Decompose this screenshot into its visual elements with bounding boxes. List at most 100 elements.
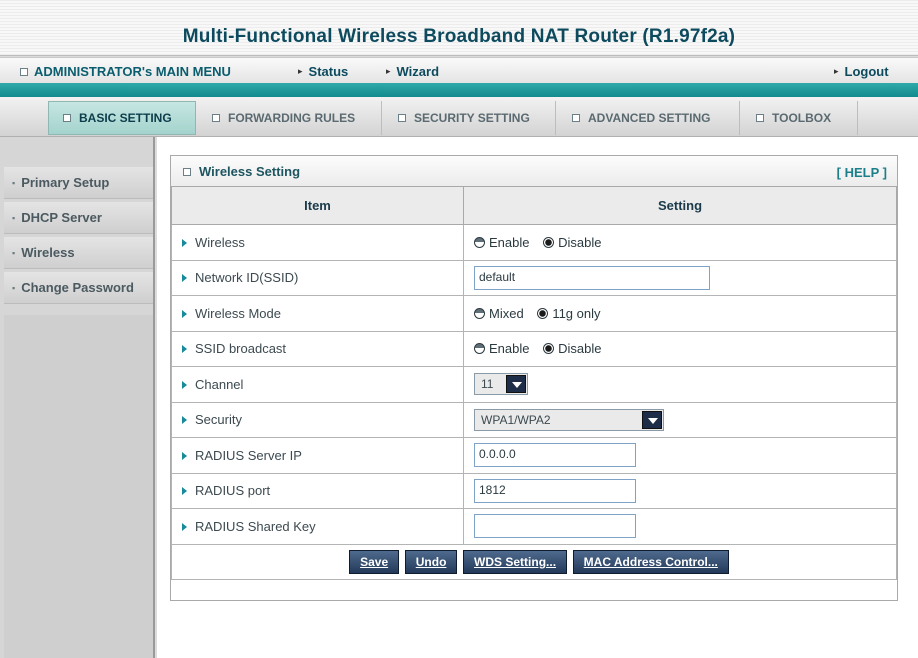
- security-select[interactable]: WPA1/WPA2: [474, 408, 664, 431]
- row-label-wireless: Wireless: [171, 224, 464, 261]
- wireless-disable-radio[interactable]: Disable: [543, 235, 601, 250]
- ssid-cell: default: [463, 259, 897, 296]
- chevron-down-icon: [506, 375, 526, 394]
- table-row: RADIUS port 1812: [171, 472, 897, 509]
- tab-advanced-setting[interactable]: ADVANCED SETTING: [558, 101, 740, 135]
- channel-select[interactable]: 11: [474, 373, 528, 396]
- row-label-channel: Channel: [171, 366, 464, 403]
- undo-button[interactable]: Undo: [404, 549, 458, 574]
- tab-bar: BASIC SETTING FORWARDING RULES SECURITY …: [0, 97, 918, 137]
- security-cell: WPA1/WPA2: [463, 401, 897, 438]
- wireless-mode-radio-group: Mixed 11g only: [463, 295, 897, 332]
- triangle-right-icon: [182, 274, 187, 283]
- column-header-item: Item: [171, 186, 464, 225]
- table-row: Wireless Mode Mixed 11g only: [171, 295, 897, 332]
- triangle-right-icon: [182, 380, 187, 389]
- column-header-setting: Setting: [463, 186, 897, 225]
- wizard-link[interactable]: ▸ Wizard: [386, 64, 439, 79]
- tab-toolbox[interactable]: TOOLBOX: [742, 101, 858, 135]
- sidebar-item-primary-setup[interactable]: ▪ Primary Setup: [4, 167, 153, 199]
- tab-forwarding-rules[interactable]: FORWARDING RULES: [198, 101, 382, 135]
- sidebar: ▪ Primary Setup ▪ DHCP Server ▪ Wireless…: [0, 137, 155, 658]
- channel-cell: 11: [463, 366, 897, 403]
- sidebar-item-dhcp-server[interactable]: ▪ DHCP Server: [4, 202, 153, 234]
- radius-port-input[interactable]: 1812: [474, 478, 636, 503]
- triangle-right-icon: [182, 309, 187, 318]
- square-icon: [212, 114, 220, 122]
- radio-unselected-icon: [474, 236, 485, 248]
- radio-selected-icon: [543, 343, 555, 355]
- radius-port-cell: 1812: [463, 472, 897, 509]
- panel-header: Wireless Setting [ HELP ]: [171, 156, 897, 186]
- sidebar-item-wireless[interactable]: ▪ Wireless: [4, 237, 153, 269]
- row-label-radius-server-ip: RADIUS Server IP: [171, 437, 464, 474]
- mode-mixed-radio[interactable]: Mixed: [474, 306, 524, 321]
- arrow-right-icon: ▸: [834, 66, 839, 76]
- square-icon: [572, 114, 580, 122]
- wireless-enable-radio[interactable]: Enable: [474, 235, 529, 250]
- bullet-icon: ▪: [12, 247, 16, 258]
- save-button[interactable]: Save: [349, 549, 400, 574]
- row-label-radius-port: RADIUS port: [171, 472, 464, 509]
- tab-basic-setting[interactable]: BASIC SETTING: [48, 101, 196, 135]
- admin-main-menu-link[interactable]: ADMINISTRATOR's MAIN MENU: [20, 64, 231, 79]
- broadcast-enable-radio[interactable]: Enable: [474, 341, 529, 356]
- square-icon: [20, 67, 28, 76]
- panel-title: Wireless Setting: [183, 164, 300, 179]
- table-row: Wireless Enable Disable: [171, 224, 897, 261]
- table-header-row: Item Setting: [171, 186, 897, 225]
- accent-bar: [0, 83, 918, 97]
- table-row: Security WPA1/WPA2: [171, 401, 897, 438]
- square-icon: [398, 114, 406, 122]
- radio-unselected-icon: [474, 307, 485, 319]
- triangle-right-icon: [182, 522, 187, 531]
- logout-link[interactable]: ▸ Logout: [834, 64, 889, 79]
- triangle-right-icon: [182, 451, 187, 460]
- radius-shared-key-input[interactable]: [474, 514, 636, 539]
- square-icon: [183, 167, 191, 176]
- bullet-icon: ▪: [12, 177, 16, 188]
- main-menu-bar: ADMINISTRATOR's MAIN MENU ▸ Status ▸ Wiz…: [0, 57, 918, 83]
- radius-server-ip-input[interactable]: 0.0.0.0: [474, 443, 636, 468]
- wireless-setting-panel: Wireless Setting [ HELP ] Item Setting W…: [170, 155, 898, 601]
- ssid-input[interactable]: default: [474, 265, 710, 290]
- broadcast-disable-radio[interactable]: Disable: [543, 341, 601, 356]
- row-label-radius-shared-key: RADIUS Shared Key: [171, 508, 464, 545]
- radio-selected-icon: [543, 236, 555, 248]
- radius-ip-cell: 0.0.0.0: [463, 437, 897, 474]
- main-content: Wireless Setting [ HELP ] Item Setting W…: [157, 137, 918, 658]
- radius-key-cell: [463, 508, 897, 545]
- mac-address-control-button[interactable]: MAC Address Control...: [572, 549, 729, 574]
- mode-11g-only-radio[interactable]: 11g only: [537, 306, 601, 321]
- table-row: Network ID(SSID) default: [171, 259, 897, 296]
- wireless-radio-group: Enable Disable: [463, 224, 897, 261]
- row-label-ssid-broadcast: SSID broadcast: [171, 330, 464, 367]
- status-link[interactable]: ▸ Status: [298, 64, 348, 79]
- help-link[interactable]: [ HELP ]: [837, 165, 887, 180]
- button-cell: Save Undo WDS Setting... MAC Address Con…: [171, 543, 897, 580]
- table-row: Channel 11: [171, 366, 897, 403]
- wds-setting-button[interactable]: WDS Setting...: [463, 549, 568, 574]
- triangle-right-icon: [182, 416, 187, 425]
- bullet-icon: ▪: [12, 212, 16, 223]
- chevron-down-icon: [642, 410, 662, 429]
- square-icon: [63, 114, 71, 122]
- triangle-right-icon: [182, 345, 187, 354]
- ssid-broadcast-radio-group: Enable Disable: [463, 330, 897, 367]
- arrow-right-icon: ▸: [298, 66, 303, 76]
- row-label-ssid: Network ID(SSID): [171, 259, 464, 296]
- sidebar-item-change-password[interactable]: ▪ Change Password: [4, 272, 153, 304]
- table-row: RADIUS Server IP 0.0.0.0: [171, 437, 897, 474]
- tab-security-setting[interactable]: SECURITY SETTING: [384, 101, 556, 135]
- bullet-icon: ▪: [12, 282, 16, 293]
- table-row: RADIUS Shared Key: [171, 508, 897, 545]
- page-title: Multi-Functional Wireless Broadband NAT …: [182, 26, 736, 47]
- row-label-security: Security: [171, 401, 464, 438]
- button-row: Save Undo WDS Setting... MAC Address Con…: [171, 543, 897, 580]
- triangle-right-icon: [182, 487, 187, 496]
- row-label-wireless-mode: Wireless Mode: [171, 295, 464, 332]
- radio-unselected-icon: [474, 343, 485, 355]
- settings-table: Item Setting Wireless Enable Disable Net…: [171, 186, 897, 580]
- square-icon: [756, 114, 764, 122]
- triangle-right-icon: [182, 238, 187, 247]
